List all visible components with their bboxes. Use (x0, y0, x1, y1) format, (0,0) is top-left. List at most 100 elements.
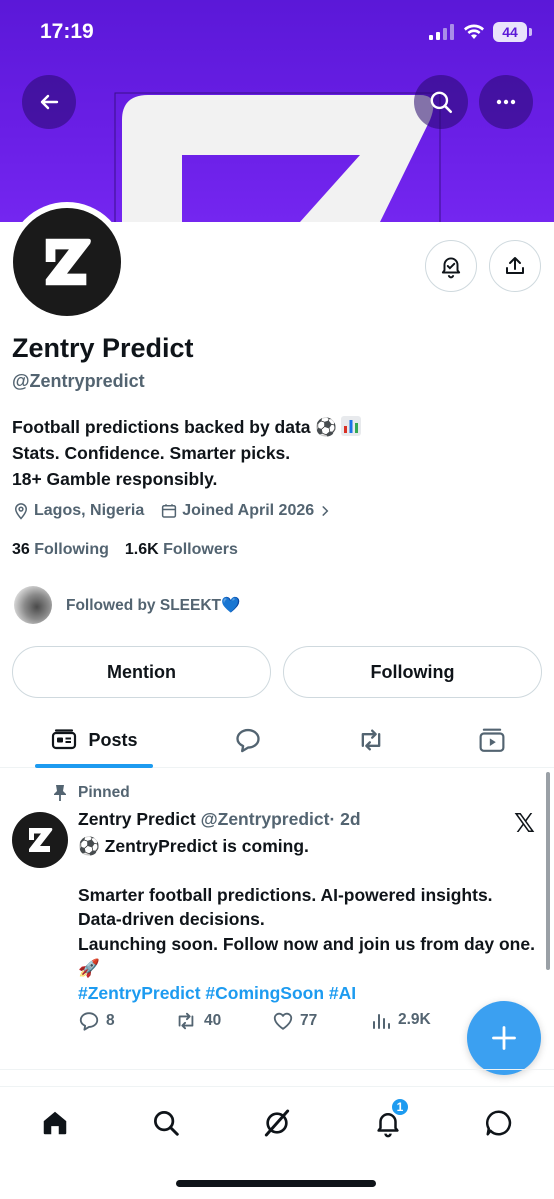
location: Lagos, Nigeria (12, 502, 144, 520)
battery-indicator: 44 (493, 22, 532, 42)
battery-cap (529, 28, 532, 36)
post-time: · 2d (329, 809, 361, 829)
nav-home[interactable] (35, 1103, 75, 1143)
post-author-name[interactable]: Zentry Predict (78, 809, 196, 829)
zentry-logo-icon (45, 238, 91, 286)
profile-banner: 17:19 44 (0, 0, 554, 222)
media-icon (479, 728, 505, 752)
location-icon (14, 503, 28, 520)
repost-icon (361, 729, 381, 751)
like-button[interactable]: 77 (272, 1010, 317, 1032)
like-icon (273, 1012, 293, 1030)
nav-grok[interactable] (257, 1103, 297, 1143)
tab-replies[interactable] (226, 712, 270, 768)
scrollbar[interactable] (546, 772, 550, 970)
battery-level: 44 (493, 22, 527, 42)
back-arrow-icon (40, 94, 59, 110)
nav-notifications[interactable]: 1 (368, 1097, 410, 1143)
repost-count: 40 (204, 1012, 222, 1029)
bio-line: Stats. Confidence. Smarter picks. (12, 443, 291, 463)
search-icon (154, 1111, 179, 1136)
follower-avatar (14, 586, 52, 624)
notification-badge: 1 (390, 1097, 410, 1117)
pin-icon (54, 785, 66, 801)
reply-count: 8 (106, 1012, 115, 1029)
reply-icon (79, 1012, 99, 1031)
back-button[interactable] (22, 75, 76, 129)
more-icon (496, 99, 516, 105)
share-icon (506, 257, 524, 274)
replies-icon (236, 728, 260, 753)
more-options-button[interactable] (479, 75, 533, 129)
followers-count: 1.6K (124, 541, 159, 558)
bio-line: Football predictions backed by data ⚽ (12, 414, 362, 440)
followed-by[interactable]: Followed by SLEEKT💙 (14, 586, 240, 624)
follow-stats: 36 Following 1.6K Followers (12, 541, 238, 559)
zentry-logo-icon (29, 828, 53, 852)
signal-icon (429, 24, 454, 40)
status-icons: 44 (429, 22, 532, 42)
post-author-avatar[interactable] (12, 812, 68, 868)
home-icon (43, 1111, 67, 1135)
location-text: Lagos, Nigeria (34, 502, 145, 519)
bio-line-text: Football predictions backed by data ⚽ (12, 417, 338, 437)
pinned-text: Pinned (78, 784, 130, 801)
compose-post-button[interactable] (467, 1001, 541, 1075)
chart-emoji-icon (341, 416, 362, 436)
views-icon (373, 1014, 390, 1029)
post-header: Zentry Predict @Zentrypredict· 2d (78, 809, 361, 830)
joined-date[interactable]: Joined April 2026 (160, 502, 332, 520)
search-icon (430, 91, 453, 114)
nav-search[interactable] (146, 1103, 186, 1143)
following-link[interactable]: 36 Following (12, 541, 109, 559)
status-bar: 17:19 44 (0, 0, 554, 64)
followers-label: Followers (163, 541, 238, 558)
views-button[interactable]: 2.9K (372, 1010, 431, 1030)
post-text-line: ⚽ ZentryPredict is coming. (78, 836, 309, 856)
tab-reposts[interactable] (349, 712, 393, 768)
messages-icon (486, 1110, 512, 1136)
mention-button[interactable]: Mention (12, 646, 271, 698)
followers-link[interactable]: 1.6K Followers (125, 541, 238, 559)
plus-icon (492, 1026, 516, 1050)
post-text-line: Smarter football predictions. AI-powered… (78, 884, 493, 930)
repost-button[interactable]: 40 (174, 1010, 221, 1032)
post-text[interactable]: ⚽ ZentryPredict is coming. Smarter footb… (78, 834, 538, 1005)
joined-text: Joined April 2026 (182, 502, 315, 519)
like-count: 77 (300, 1012, 318, 1029)
profile-avatar[interactable] (7, 202, 127, 322)
post-actions: 8 40 77 2.9K (78, 1010, 478, 1036)
profile-bio: Football predictions backed by data ⚽ St… (12, 414, 362, 492)
feed-divider (0, 1069, 554, 1070)
profile-meta: Lagos, Nigeria Joined April 2026 (12, 502, 348, 520)
home-indicator (176, 1180, 376, 1187)
bio-line: 18+ Gamble responsibly. (12, 469, 218, 489)
posts-icon (52, 729, 77, 750)
status-time: 17:19 (40, 20, 94, 43)
profile-tabs: Posts (0, 712, 554, 768)
notifications-bell-button[interactable] (425, 240, 477, 292)
tab-posts-label: Posts (88, 729, 138, 750)
reply-button[interactable]: 8 (78, 1010, 115, 1032)
post-text-line: Launching soon. Follow now and join us f… (78, 933, 535, 979)
profile-name: Zentry Predict (12, 333, 194, 363)
following-label: Following (34, 541, 109, 558)
avatar-logo (13, 208, 121, 316)
following-count: 36 (12, 541, 30, 558)
tab-posts[interactable]: Posts (35, 712, 153, 768)
nav-messages[interactable] (479, 1103, 519, 1143)
tab-media[interactable] (470, 712, 514, 768)
chevron-right-icon (322, 506, 329, 516)
following-button[interactable]: Following (283, 646, 542, 698)
share-profile-button[interactable] (489, 240, 541, 292)
repost-icon (178, 1012, 194, 1030)
profile-handle: @Zentrypredict (12, 371, 145, 391)
post-text-spacer (78, 859, 538, 883)
search-button[interactable] (414, 75, 468, 129)
pinned-label: Pinned (52, 784, 130, 802)
wifi-icon (464, 24, 484, 39)
grok-icon (264, 1109, 290, 1137)
post-author-handle: @Zentrypredict (200, 809, 330, 829)
post-hashtags[interactable]: #ZentryPredict #ComingSoon #AI (78, 981, 538, 1006)
followed-by-text: Followed by SLEEKT💙 (66, 596, 241, 614)
